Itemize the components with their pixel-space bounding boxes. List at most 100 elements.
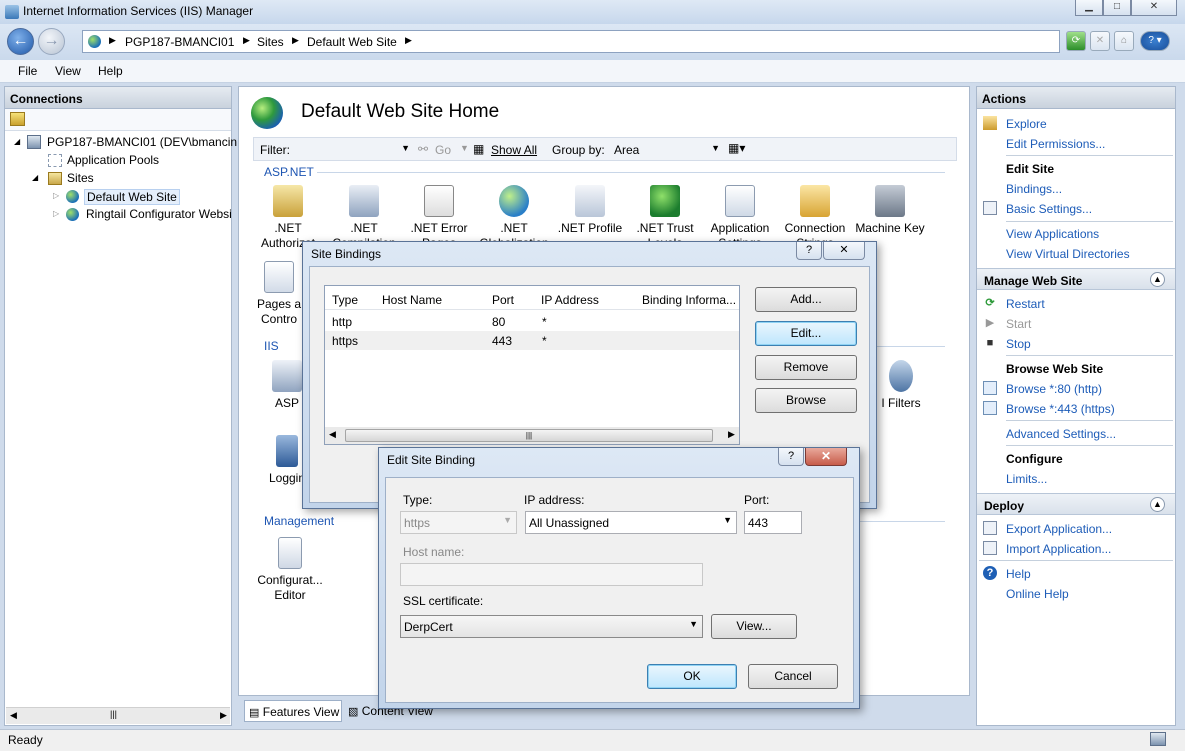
status-bar: Ready [0,729,1185,751]
tree-sites[interactable]: Sites [67,171,94,185]
feature-configuration-editor[interactable]: Configurat... Editor [251,537,329,603]
column-ip-address[interactable]: IP Address [541,293,599,307]
action-basic-settings[interactable]: Basic Settings... [1006,202,1092,216]
go-icon[interactable]: ⚯ [418,142,428,156]
compile-icon [349,185,379,217]
globe-icon [499,185,529,217]
collapse-icon[interactable]: ▲ [1150,497,1165,512]
connect-icon[interactable] [10,112,25,126]
action-help[interactable]: Help [1006,567,1031,581]
column-port[interactable]: Port [492,293,514,307]
ip-address-select[interactable]: All Unassigned ▼ [525,511,737,534]
column-binding-info[interactable]: Binding Informa... [642,293,736,307]
menu-view[interactable]: View [55,64,81,78]
action-edit-permissions[interactable]: Edit Permissions... [1006,137,1105,151]
address-bar[interactable]: ▶ PGP187-BMANCI01 ▶ Sites ▶ Default Web … [82,30,1060,53]
horizontal-scrollbar[interactable]: ◀ ||| ▶ [325,427,739,444]
browse-button[interactable]: Browse [755,388,857,413]
group-by-select[interactable]: Area ▼ [612,140,724,159]
go-button[interactable]: Go [435,143,451,157]
asp-icon [272,360,302,392]
action-view-applications[interactable]: View Applications [1006,227,1099,241]
view-certificate-button[interactable]: View... [711,614,797,639]
edit-button[interactable]: Edit... [755,321,857,346]
action-start[interactable]: Start [1006,317,1031,331]
globe-icon [66,190,79,203]
help-button[interactable]: ? [796,242,822,260]
action-browse-80[interactable]: Browse *:80 (http) [1006,382,1102,396]
tree-default-web-site[interactable]: Default Web Site [84,189,180,205]
filter-bar: Filter: ▼ ⚯ Go ▼ ▦ Show All Group by: Ar… [253,137,957,161]
action-export-application[interactable]: Export Application... [1006,522,1112,536]
host-name-input[interactable] [400,563,703,586]
tree-app-pools[interactable]: Application Pools [67,153,159,167]
action-online-help[interactable]: Online Help [1006,587,1069,601]
import-icon [983,541,997,555]
menu-help[interactable]: Help [98,64,123,78]
close-button[interactable]: ✕ [1131,0,1177,16]
breadcrumb-sites[interactable]: Sites [257,35,284,49]
type-select[interactable]: https ▼ [400,511,517,534]
breadcrumb-site[interactable]: Default Web Site [307,35,397,49]
show-all-icon: ▦ [473,142,485,156]
tab-features-view[interactable]: ▤ Features View [244,700,342,722]
action-limits[interactable]: Limits... [1006,472,1047,486]
help-icon[interactable]: ? ▾ [1140,31,1170,51]
tree-server[interactable]: PGP187-BMANCI01 (DEV\bmancin [47,135,237,149]
column-host-name[interactable]: Host Name [382,293,442,307]
cancel-button[interactable]: Cancel [748,664,838,689]
app-icon [5,5,19,19]
remove-button[interactable]: Remove [755,355,857,380]
action-import-application[interactable]: Import Application... [1006,542,1111,556]
actions-header: Actions [977,87,1175,109]
breadcrumb-server[interactable]: PGP187-BMANCI01 [125,35,234,49]
profile-icon [575,185,605,217]
type-label: Type: [403,493,433,507]
table-row[interactable]: https 443 * [325,331,739,350]
feature-net-profile[interactable]: .NET Profile [551,185,629,236]
action-advanced-settings[interactable]: Advanced Settings... [1006,427,1116,441]
filter-input[interactable]: ▼ [302,140,414,159]
add-button[interactable]: Add... [755,287,857,312]
home-icon[interactable]: ⌂ [1114,31,1134,51]
port-label: Port: [744,493,770,507]
back-button[interactable]: ← [7,28,34,55]
stop-icon[interactable]: ✕ [1090,31,1110,51]
globe-icon [88,35,101,48]
bindings-table[interactable]: Type Host Name Port IP Address Binding I… [324,285,740,445]
browse-icon [983,381,997,395]
maximize-button[interactable]: □ [1103,0,1131,16]
ok-button[interactable]: OK [647,664,737,689]
close-button[interactable]: ✕ [805,448,847,466]
tree-ringtail-site[interactable]: Ringtail Configurator Websi [86,207,232,221]
close-button[interactable]: ✕ [823,242,865,260]
explore-icon [983,116,997,130]
view-mode-icon[interactable]: ▦▾ [728,141,745,155]
refresh-icon[interactable]: ⟳ [1066,31,1086,51]
basic-settings-icon [983,201,997,215]
scroll-thumb[interactable]: ||| [345,429,713,442]
ssl-certificate-select[interactable]: DerpCert ▼ [400,615,703,638]
deploy-header[interactable]: Deploy ▲ [977,493,1175,515]
action-restart[interactable]: Restart [1006,297,1045,311]
action-explore[interactable]: Explore [1006,117,1047,131]
feature-isapi-filters[interactable]: I Filters [869,360,933,411]
horizontal-scrollbar[interactable]: ◀ ||| ▶ [6,707,230,724]
feature-machine-key[interactable]: Machine Key [851,185,929,236]
show-all-button[interactable]: Show All [491,143,537,157]
menu-file[interactable]: File [18,64,37,78]
forward-button[interactable]: → [38,28,65,55]
action-view-virtual-directories[interactable]: View Virtual Directories [1006,247,1130,261]
action-browse-443[interactable]: Browse *:443 (https) [1006,402,1115,416]
connections-toolbar [5,109,231,131]
action-bindings[interactable]: Bindings... [1006,182,1062,196]
edit-site-binding-dialog: Edit Site Binding ? ✕ Type: https ▼ IP ad… [378,447,860,709]
port-input[interactable]: 443 [744,511,802,534]
help-button[interactable]: ? [778,448,804,466]
manage-web-site-header[interactable]: Manage Web Site ▲ [977,268,1175,290]
action-stop[interactable]: Stop [1006,337,1031,351]
minimize-button[interactable]: ▁ [1075,0,1103,16]
collapse-icon[interactable]: ▲ [1150,272,1165,287]
column-type[interactable]: Type [332,293,358,307]
table-row[interactable]: http 80 * [325,312,739,331]
